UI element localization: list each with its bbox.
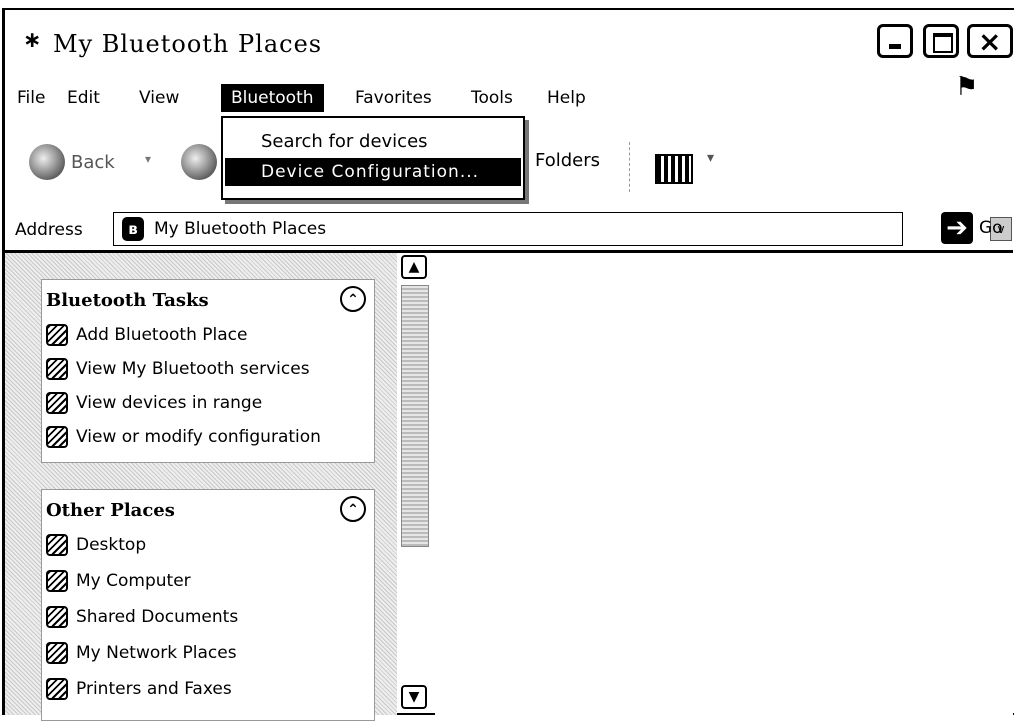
scroll-down-icon[interactable]: ▼ bbox=[401, 685, 427, 709]
bluetooth-tasks-panel: Bluetooth Tasks ⌃ Add Bluetooth Place Vi… bbox=[41, 279, 375, 463]
task-label: View My Bluetooth services bbox=[76, 359, 310, 379]
scroll-thumb[interactable] bbox=[401, 285, 429, 547]
services-icon bbox=[46, 358, 68, 380]
place-shared-documents[interactable]: Shared Documents bbox=[46, 604, 372, 634]
task-view-devices-in-range[interactable]: View devices in range bbox=[46, 390, 372, 420]
title-bar[interactable]: ∗ My Bluetooth Places × bbox=[5, 10, 1014, 74]
panel-title: Other Places bbox=[46, 500, 175, 521]
task-pane-scrollbar[interactable]: ▲ ▼ bbox=[399, 253, 433, 715]
add-place-icon bbox=[46, 324, 68, 346]
other-places-panel: Other Places ⌃ Desktop My Computer Share… bbox=[41, 489, 375, 721]
views-dropdown-icon[interactable]: ▾ bbox=[707, 150, 714, 166]
address-input[interactable]: ʙ My Bluetooth Places v bbox=[113, 212, 1012, 246]
place-my-computer[interactable]: My Computer bbox=[46, 568, 372, 598]
task-view-modify-configuration[interactable]: View or modify configuration bbox=[46, 424, 372, 454]
forward-arrow-icon[interactable] bbox=[181, 144, 217, 180]
scroll-up-icon[interactable]: ▲ bbox=[401, 255, 427, 279]
minimize-button[interactable] bbox=[877, 24, 913, 58]
place-label: Desktop bbox=[76, 535, 147, 555]
task-add-bluetooth-place[interactable]: Add Bluetooth Place bbox=[46, 322, 372, 352]
place-label: My Network Places bbox=[76, 643, 237, 663]
folder-icon bbox=[46, 606, 68, 628]
menu-favorites[interactable]: Favorites bbox=[351, 88, 436, 108]
bluetooth-icon: ʙ bbox=[122, 217, 144, 241]
menu-help[interactable]: Help bbox=[543, 88, 590, 108]
go-button[interactable]: Go bbox=[979, 218, 1003, 238]
windows-flag-icon: ⚑ bbox=[955, 72, 979, 102]
place-printers-faxes[interactable]: Printers and Faxes bbox=[46, 676, 372, 706]
close-icon: × bbox=[978, 25, 1002, 58]
address-value[interactable]: My Bluetooth Places bbox=[154, 219, 326, 239]
place-label: Shared Documents bbox=[76, 607, 239, 627]
place-desktop[interactable]: Desktop bbox=[46, 532, 372, 562]
network-icon bbox=[46, 642, 68, 664]
content-area[interactable] bbox=[435, 253, 1013, 715]
place-my-network-places[interactable]: My Network Places bbox=[46, 640, 372, 670]
go-arrow-icon[interactable]: ➔ bbox=[941, 212, 973, 244]
window-title: My Bluetooth Places bbox=[53, 30, 323, 58]
close-button[interactable]: × bbox=[967, 24, 1013, 58]
collapse-icon[interactable]: ⌃ bbox=[340, 286, 366, 312]
place-label: My Computer bbox=[76, 571, 191, 591]
panel-title: Bluetooth Tasks bbox=[46, 290, 209, 311]
back-dropdown-icon[interactable]: ▾ bbox=[145, 152, 151, 166]
explorer-window: ∗ My Bluetooth Places × File Edit View B… bbox=[2, 8, 1014, 721]
menu-view[interactable]: View bbox=[135, 88, 183, 108]
menu-edit[interactable]: Edit bbox=[63, 88, 104, 108]
back-arrow-icon[interactable] bbox=[29, 144, 65, 180]
desktop-icon bbox=[46, 534, 68, 556]
toolbar-separator bbox=[629, 142, 631, 192]
menu-item-device-configuration[interactable]: Device Configuration... bbox=[225, 158, 521, 186]
bluetooth-icon: ∗ bbox=[23, 28, 42, 53]
address-bar: Address ʙ My Bluetooth Places v ➔ Go bbox=[5, 212, 1013, 248]
menu-file[interactable]: File bbox=[13, 88, 49, 108]
bluetooth-menu-dropdown: Search for devices Device Configuration.… bbox=[221, 116, 525, 200]
printer-icon bbox=[46, 678, 68, 700]
task-label: View devices in range bbox=[76, 393, 263, 413]
address-label: Address bbox=[15, 220, 83, 240]
menu-item-search-devices[interactable]: Search for devices bbox=[225, 128, 521, 156]
task-label: Add Bluetooth Place bbox=[76, 325, 248, 345]
search-icon bbox=[46, 392, 68, 414]
computer-icon bbox=[46, 570, 68, 592]
collapse-icon[interactable]: ⌃ bbox=[340, 496, 366, 522]
place-label: Printers and Faxes bbox=[76, 679, 232, 699]
task-label: View or modify configuration bbox=[76, 427, 321, 447]
back-button[interactable]: Back bbox=[71, 152, 115, 173]
views-icon[interactable] bbox=[655, 154, 693, 184]
task-view-bluetooth-services[interactable]: View My Bluetooth services bbox=[46, 356, 372, 386]
folders-button[interactable]: Folders bbox=[535, 150, 600, 171]
menu-tools[interactable]: Tools bbox=[467, 88, 517, 108]
configuration-icon bbox=[46, 426, 68, 448]
menu-bar: File Edit View Bluetooth Favorites Tools… bbox=[5, 84, 865, 114]
menu-bluetooth[interactable]: Bluetooth bbox=[221, 84, 324, 112]
maximize-button[interactable] bbox=[923, 24, 959, 58]
task-pane: Bluetooth Tasks ⌃ Add Bluetooth Place Vi… bbox=[5, 253, 397, 721]
